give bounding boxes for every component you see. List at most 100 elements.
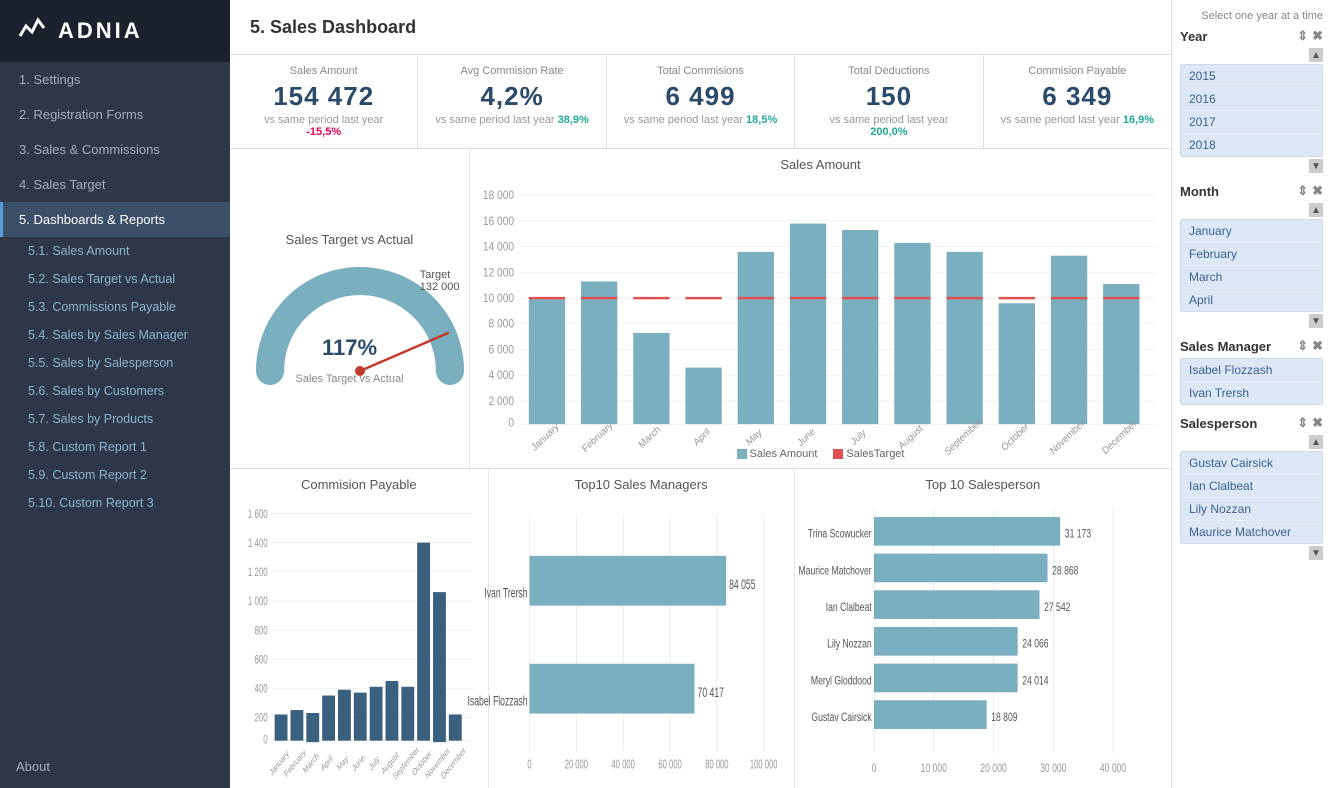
filter-year-2017[interactable]: 2017	[1181, 111, 1322, 134]
svg-text:70 417: 70 417	[697, 685, 723, 701]
svg-text:10 000: 10 000	[920, 763, 947, 776]
kpi-value-2: 6 499	[623, 81, 778, 112]
svg-text:18 809: 18 809	[991, 712, 1018, 725]
svg-text:July: July	[849, 427, 868, 448]
filter-year-header: Year ⇕ ✖	[1180, 28, 1323, 44]
filter-manager-label: Sales Manager	[1180, 339, 1271, 354]
svg-text:4 000: 4 000	[489, 370, 515, 383]
kpi-label-3: Total Deductions	[811, 65, 966, 77]
filter-year-scroll-up[interactable]: ▲	[1309, 48, 1323, 62]
sales-amount-title: Sales Amount	[780, 157, 860, 172]
svg-text:June: June	[796, 426, 818, 449]
svg-text:40 000: 40 000	[1100, 763, 1127, 776]
sidebar-sub-custom3[interactable]: 5.10. Custom Report 3	[0, 489, 230, 517]
svg-text:0: 0	[527, 759, 531, 772]
sidebar-item-sales-commissions[interactable]: 3. Sales & Commissions	[0, 132, 230, 167]
commission-chart: 1 600 1 400 1 200 1 000 800 600 400 200 …	[240, 496, 478, 780]
filter-manager-clear-icon[interactable]: ✖	[1312, 338, 1323, 354]
filter-manager-section: Sales Manager ⇕ ✖ Isabel Flozzash Ivan T…	[1180, 338, 1323, 405]
filter-salesperson-sort-icon[interactable]: ⇕	[1297, 415, 1308, 431]
filter-salesperson-label: Salesperson	[1180, 416, 1257, 431]
svg-text:March: March	[637, 424, 663, 451]
sidebar-sub-commissions[interactable]: 5.3. Commissions Payable	[0, 293, 230, 321]
svg-text:12 000: 12 000	[483, 267, 514, 280]
sidebar-item-dashboards[interactable]: 5. Dashboards & Reports	[0, 202, 230, 237]
svg-text:Gustav Cairsick: Gustav Cairsick	[811, 712, 872, 725]
svg-text:8 000: 8 000	[489, 318, 515, 331]
svg-text:24 014: 24 014	[1022, 675, 1049, 688]
sidebar-sub-custom1[interactable]: 5.8. Custom Report 1	[0, 433, 230, 461]
filter-salesperson-clear-icon[interactable]: ✖	[1312, 415, 1323, 431]
sidebar-sub-target-actual[interactable]: 5.2. Sales Target vs Actual	[0, 265, 230, 293]
gauge-wrap: 117% Target 132 000	[250, 261, 450, 371]
sidebar-sub-custom2[interactable]: 5.9. Custom Report 2	[0, 461, 230, 489]
kpi-card-4: Commision Payable 6 349 vs same period l…	[984, 55, 1171, 148]
sidebar-item-registration[interactable]: 2. Registration Forms	[0, 97, 230, 132]
filter-year-list[interactable]: 2015 2016 2017 2018	[1180, 64, 1323, 157]
kpi-card-0: Sales Amount 154 472 vs same period last…	[230, 55, 418, 148]
svg-text:1 600: 1 600	[248, 508, 268, 521]
filter-month-scroll-down[interactable]: ▼	[1309, 314, 1323, 328]
filter-month-clear-icon[interactable]: ✖	[1312, 183, 1323, 199]
filter-salesperson-ian[interactable]: Ian Clalbeat	[1181, 475, 1322, 498]
filter-month-sort-icon[interactable]: ⇕	[1297, 183, 1308, 199]
filter-year-clear-icon[interactable]: ✖	[1312, 28, 1323, 44]
filter-salesperson-gustav[interactable]: Gustav Cairsick	[1181, 452, 1322, 475]
filter-month-january[interactable]: January	[1181, 220, 1322, 243]
filter-month-march[interactable]: March	[1181, 266, 1322, 289]
filter-year-label: Year	[1180, 29, 1207, 44]
filter-month-scroll-up[interactable]: ▲	[1309, 203, 1323, 217]
commission-title: Commision Payable	[301, 477, 417, 492]
svg-text:June: June	[351, 752, 367, 774]
filter-salesperson-list[interactable]: Gustav Cairsick Ian Clalbeat Lily Nozzan…	[1180, 451, 1323, 544]
top10-managers-chart: 0 20 000 40 000 60 000 80 000 100 000 Iv…	[499, 496, 784, 780]
filter-manager-list[interactable]: Isabel Flozzash Ivan Trersh	[1180, 358, 1323, 405]
filter-salesperson-maurice[interactable]: Maurice Matchover	[1181, 521, 1322, 543]
filter-year-2016[interactable]: 2016	[1181, 88, 1322, 111]
filter-year-2018[interactable]: 2018	[1181, 134, 1322, 156]
filter-month-list[interactable]: January February March April	[1180, 219, 1323, 312]
svg-text:16 000: 16 000	[483, 215, 514, 228]
sidebar-about[interactable]: About	[0, 745, 230, 788]
svg-text:6 000: 6 000	[489, 344, 515, 357]
svg-text:24 066: 24 066	[1022, 638, 1049, 651]
filter-manager-sort-icon[interactable]: ⇕	[1297, 338, 1308, 354]
page-title-text: 5. Sales Dashboard	[250, 17, 416, 38]
filter-manager-isabel[interactable]: Isabel Flozzash	[1181, 359, 1322, 382]
svg-text:800: 800	[255, 625, 269, 638]
svg-text:600: 600	[255, 654, 269, 667]
svg-text:14 000: 14 000	[483, 241, 514, 254]
svg-text:May: May	[336, 753, 350, 773]
svg-text:18 000: 18 000	[483, 190, 514, 203]
filter-manager-ivan[interactable]: Ivan Trersh	[1181, 382, 1322, 404]
svg-text:August: August	[897, 423, 925, 453]
filter-month-label: Month	[1180, 184, 1219, 199]
svg-text:0: 0	[508, 417, 514, 430]
filter-year-sort-icon[interactable]: ⇕	[1297, 28, 1308, 44]
svg-text:Meryl Gloddood: Meryl Gloddood	[811, 675, 872, 688]
filter-salesperson-icons: ⇕ ✖	[1297, 415, 1323, 431]
filter-year-2015[interactable]: 2015	[1181, 65, 1322, 88]
kpi-compare-4: vs same period last year 16,9%	[1000, 114, 1155, 126]
sidebar-sub-by-salesperson[interactable]: 5.5. Sales by Salesperson	[0, 349, 230, 377]
sidebar-item-settings[interactable]: 1. Settings	[0, 62, 230, 97]
svg-text:Trina Scowucker: Trina Scowucker	[808, 528, 872, 541]
filter-month-april[interactable]: April	[1181, 289, 1322, 311]
sidebar-sub-by-customers[interactable]: 5.6. Sales by Customers	[0, 377, 230, 405]
sidebar-sub-sales-amount[interactable]: 5.1. Sales Amount	[0, 237, 230, 265]
svg-text:April: April	[692, 426, 713, 448]
kpi-value-3: 150	[811, 81, 966, 112]
filter-salesperson-scroll-up[interactable]: ▲	[1309, 435, 1323, 449]
kpi-row: Sales Amount 154 472 vs same period last…	[230, 55, 1171, 149]
filter-salesperson-header: Salesperson ⇕ ✖	[1180, 415, 1323, 431]
sidebar-item-sales-target[interactable]: 4. Sales Target	[0, 167, 230, 202]
filter-salesperson-scroll-down[interactable]: ▼	[1309, 546, 1323, 560]
sidebar-sub-by-products[interactable]: 5.7. Sales by Products	[0, 405, 230, 433]
svg-text:Ian Clalbeat: Ian Clalbeat	[825, 602, 871, 615]
kpi-compare-2: vs same period last year 18,5%	[623, 114, 778, 126]
filter-salesperson-lily[interactable]: Lily Nozzan	[1181, 498, 1322, 521]
svg-text:July: July	[368, 753, 382, 773]
filter-month-february[interactable]: February	[1181, 243, 1322, 266]
filter-year-scroll-down[interactable]: ▼	[1309, 159, 1323, 173]
sidebar-sub-by-manager[interactable]: 5.4. Sales by Sales Manager	[0, 321, 230, 349]
